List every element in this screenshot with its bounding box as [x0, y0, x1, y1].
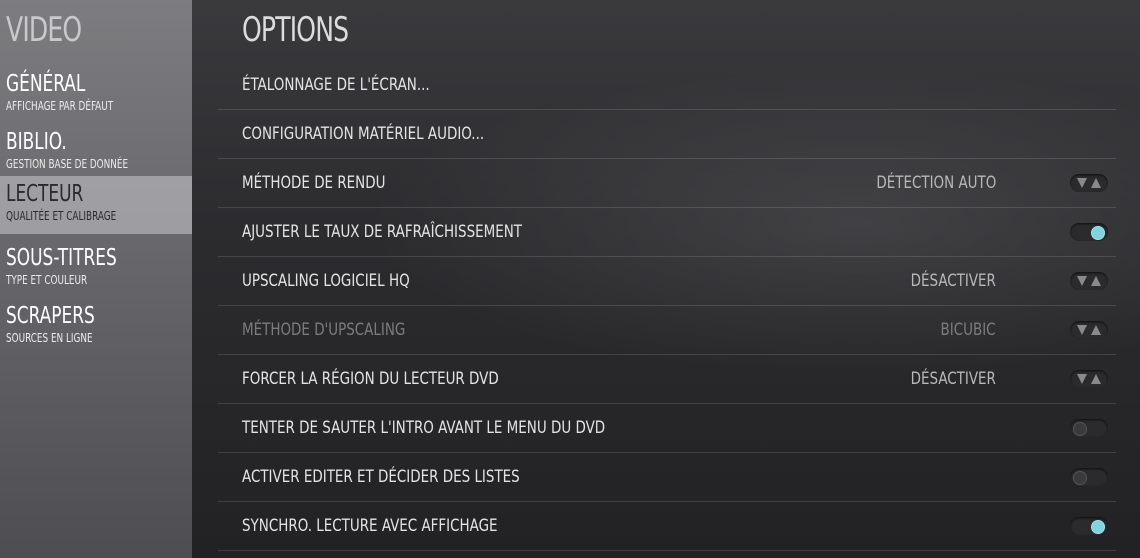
sidebar-item-label: GÉNÉRAL [6, 71, 86, 97]
page-title: OPTIONS [242, 10, 349, 50]
arrow-down-icon [1077, 276, 1087, 286]
setting-row[interactable]: UPSCALING LOGICIEL HQ DÉSACTIVER [218, 257, 1116, 306]
setting-row[interactable]: CONFIGURATION MATÉRIEL AUDIO... [218, 110, 1116, 159]
sidebar-item-scrapers[interactable]: SCRAPERS SOURCES EN LIGNE [0, 298, 192, 356]
sidebar-item-sublabel: QUALITÉE ET CALIBRAGE [6, 209, 117, 223]
setting-row[interactable]: ACTIVER EDITER ET DÉCIDER DES LISTES [218, 453, 1116, 502]
setting-label: ÉTALONNAGE DE L'ÉCRAN... [242, 75, 430, 95]
setting-label: MÉTHODE D'UPSCALING [242, 320, 406, 340]
setting-row[interactable]: AJUSTER LE TAUX DE RAFRAÎCHISSEMENT [218, 208, 1116, 257]
toggle-knob-icon [1091, 520, 1105, 534]
toggle-knob-icon [1073, 422, 1087, 436]
setting-label: SYNCHRO. LECTURE AVEC AFFICHAGE [242, 516, 498, 536]
arrow-down-icon [1077, 374, 1087, 384]
setting-label: UPSCALING LOGICIEL HQ [242, 271, 410, 291]
sidebar-item-biblio[interactable]: BIBLIO. GESTION BASE DE DONNÉE [0, 124, 192, 182]
setting-row[interactable]: SYNCHRO. LECTURE AVEC AFFICHAGE [218, 502, 1116, 551]
sidebar-item-label: SOUS-TITRES [6, 245, 117, 271]
sidebar-item-sublabel: GESTION BASE DE DONNÉE [6, 157, 129, 171]
setting-row[interactable]: MÉTHODE DE RENDU DÉTECTION AUTO [218, 159, 1116, 208]
options-panel: OPTIONS ÉTALONNAGE DE L'ÉCRAN... CONFIGUR… [192, 0, 1140, 558]
sidebar-item-sublabel: AFFICHAGE PAR DÉFAUT [6, 99, 114, 113]
toggle-knob-icon [1073, 471, 1087, 485]
spinner-control[interactable] [1070, 174, 1108, 192]
setting-row[interactable]: ÉTALONNAGE DE L'ÉCRAN... [218, 61, 1116, 110]
sidebar-item-sublabel: SOURCES EN LIGNE [6, 331, 93, 345]
sidebar: VIDEO GÉNÉRAL AFFICHAGE PAR DÉFAUT BIBLI… [0, 0, 192, 558]
toggle-switch-off[interactable] [1070, 468, 1108, 486]
setting-label: FORCER LA RÉGION DU LECTEUR DVD [242, 369, 499, 389]
spinner-control [1070, 321, 1108, 339]
toggle-knob-icon [1091, 226, 1105, 240]
sidebar-item-sublabel: TYPE ET COULEUR [6, 273, 88, 287]
setting-label: TENTER DE SAUTER L'INTRO AVANT LE MENU D… [242, 418, 606, 438]
setting-value: DÉTECTION AUTO [876, 173, 996, 193]
setting-value: DÉSACTIVER [910, 369, 996, 389]
section-title: VIDEO [6, 10, 82, 50]
setting-value: DÉSACTIVER [910, 271, 996, 291]
arrow-down-icon [1077, 178, 1087, 188]
spinner-control[interactable] [1070, 272, 1108, 290]
arrow-up-icon [1091, 325, 1101, 335]
setting-label: AJUSTER LE TAUX DE RAFRAÎCHISSEMENT [242, 222, 523, 242]
sidebar-item-label: LECTEUR [6, 181, 84, 207]
toggle-switch-off[interactable] [1070, 419, 1108, 437]
setting-label: MÉTHODE DE RENDU [242, 173, 386, 193]
sidebar-item-lecteur[interactable]: LECTEUR QUALITÉE ET CALIBRAGE [0, 176, 192, 234]
sidebar-item-label: BIBLIO. [6, 129, 67, 155]
setting-row[interactable]: FORCER LA RÉGION DU LECTEUR DVD DÉSACTIVE… [218, 355, 1116, 404]
sidebar-item-general[interactable]: GÉNÉRAL AFFICHAGE PAR DÉFAUT [0, 66, 192, 124]
setting-row: MÉTHODE D'UPSCALING BICUBIC [218, 306, 1116, 355]
setting-value: BICUBIC [940, 320, 996, 340]
setting-label: ACTIVER EDITER ET DÉCIDER DES LISTES [242, 467, 520, 487]
arrow-down-icon [1077, 325, 1087, 335]
arrow-up-icon [1091, 276, 1101, 286]
spinner-control[interactable] [1070, 370, 1108, 388]
toggle-switch-on[interactable] [1070, 517, 1108, 535]
sidebar-item-label: SCRAPERS [6, 303, 95, 329]
setting-label: CONFIGURATION MATÉRIEL AUDIO... [242, 124, 485, 144]
setting-row[interactable]: TENTER DE SAUTER L'INTRO AVANT LE MENU D… [218, 404, 1116, 453]
toggle-switch-on[interactable] [1070, 223, 1108, 241]
arrow-up-icon [1091, 178, 1101, 188]
sidebar-item-sous-titres[interactable]: SOUS-TITRES TYPE ET COULEUR [0, 240, 192, 298]
arrow-up-icon [1091, 374, 1101, 384]
